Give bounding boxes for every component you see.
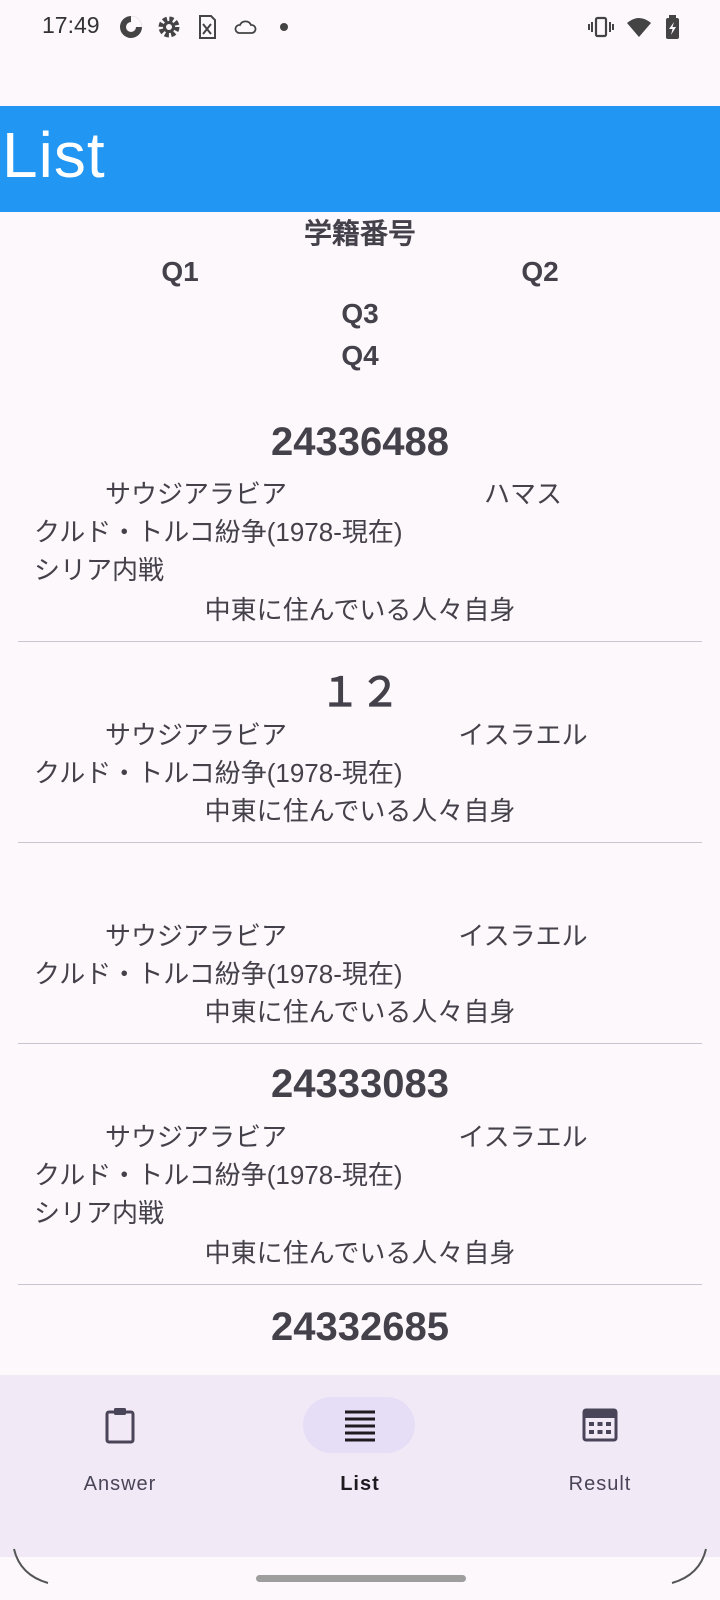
- status-time: 17:49: [42, 12, 100, 38]
- header-q1: Q1: [161, 256, 199, 287]
- home-indicator[interactable]: [256, 1575, 466, 1582]
- nav-label-answer: Answer: [83, 1473, 157, 1495]
- entry-q2: イスラエル: [458, 720, 588, 750]
- entry-q2: イスラエル: [458, 921, 588, 951]
- entry-q2: イスラエル: [458, 1122, 588, 1152]
- header-q4: Q4: [341, 340, 379, 371]
- entry-q1: サウジアラビア: [104, 720, 287, 750]
- entry-q3-line: クルド・トルコ紛争(1978-現在): [34, 517, 403, 547]
- vibrate-icon: [588, 16, 614, 38]
- divider: [18, 1043, 702, 1044]
- entry-q1: サウジアラビア: [104, 921, 287, 951]
- entry-q3-line: クルド・トルコ紛争(1978-現在): [34, 959, 403, 989]
- entry-q2: ハマス: [483, 479, 562, 509]
- entry-student-id: １２: [320, 671, 400, 715]
- entry-q4: 中東に住んでいる人々自身: [204, 1238, 516, 1268]
- entry-student-id: 24332685: [271, 1305, 449, 1349]
- nav-label-result: Result: [568, 1473, 632, 1495]
- wifi-icon: [627, 18, 651, 37]
- entry-q3-line: クルド・トルコ紛争(1978-現在): [34, 758, 403, 788]
- settings-icon: [158, 16, 180, 38]
- header-student-id: 学籍番号: [303, 218, 416, 249]
- entry-q1: サウジアラビア: [104, 1122, 287, 1152]
- entry-q4: 中東に住んでいる人々自身: [204, 997, 516, 1027]
- entry-student-id: 24333083: [271, 1062, 449, 1106]
- divider: [18, 842, 702, 843]
- nav-item-list[interactable]: List: [240, 1375, 480, 1557]
- divider: [18, 641, 702, 642]
- page-title: List: [2, 119, 106, 191]
- calculator-icon: [582, 1408, 618, 1442]
- cloud-icon: [234, 20, 257, 34]
- sim-off-icon: [199, 15, 216, 39]
- header-q2: Q2: [521, 256, 559, 287]
- nav-item-result[interactable]: Result: [480, 1375, 720, 1557]
- screen-corner-right-icon: [671, 1548, 707, 1584]
- entry-q3-line: シリア内戦: [34, 555, 165, 585]
- nav-label-list: List: [340, 1473, 380, 1495]
- clipboard-icon: [105, 1408, 135, 1444]
- entry-q3-line: シリア内戦: [34, 1198, 165, 1228]
- entry-student-id: 24336488: [271, 420, 449, 464]
- divider: [18, 1284, 702, 1285]
- list-icon: [345, 1410, 375, 1442]
- battery-charging-icon: [666, 15, 679, 39]
- entry-q4: 中東に住んでいる人々自身: [204, 796, 516, 826]
- entry-q4: 中東に住んでいる人々自身: [204, 595, 516, 625]
- app-bar: List: [0, 106, 720, 212]
- screen: 17:49 List 学籍番号 Q1 Q2 Q3 Q4 24336488 サウジ…: [0, 0, 720, 1600]
- screen-corner-left-icon: [13, 1548, 49, 1584]
- bottom-navigation: Answer List Result: [0, 1375, 720, 1557]
- header-q3: Q3: [341, 298, 379, 329]
- entry-q1: サウジアラビア: [104, 479, 287, 509]
- data-saver-icon: [120, 16, 142, 38]
- dot-icon: [280, 23, 288, 31]
- nav-item-answer[interactable]: Answer: [0, 1375, 240, 1557]
- status-bar: 17:49: [0, 0, 720, 56]
- entry-q3-line: クルド・トルコ紛争(1978-現在): [34, 1160, 403, 1190]
